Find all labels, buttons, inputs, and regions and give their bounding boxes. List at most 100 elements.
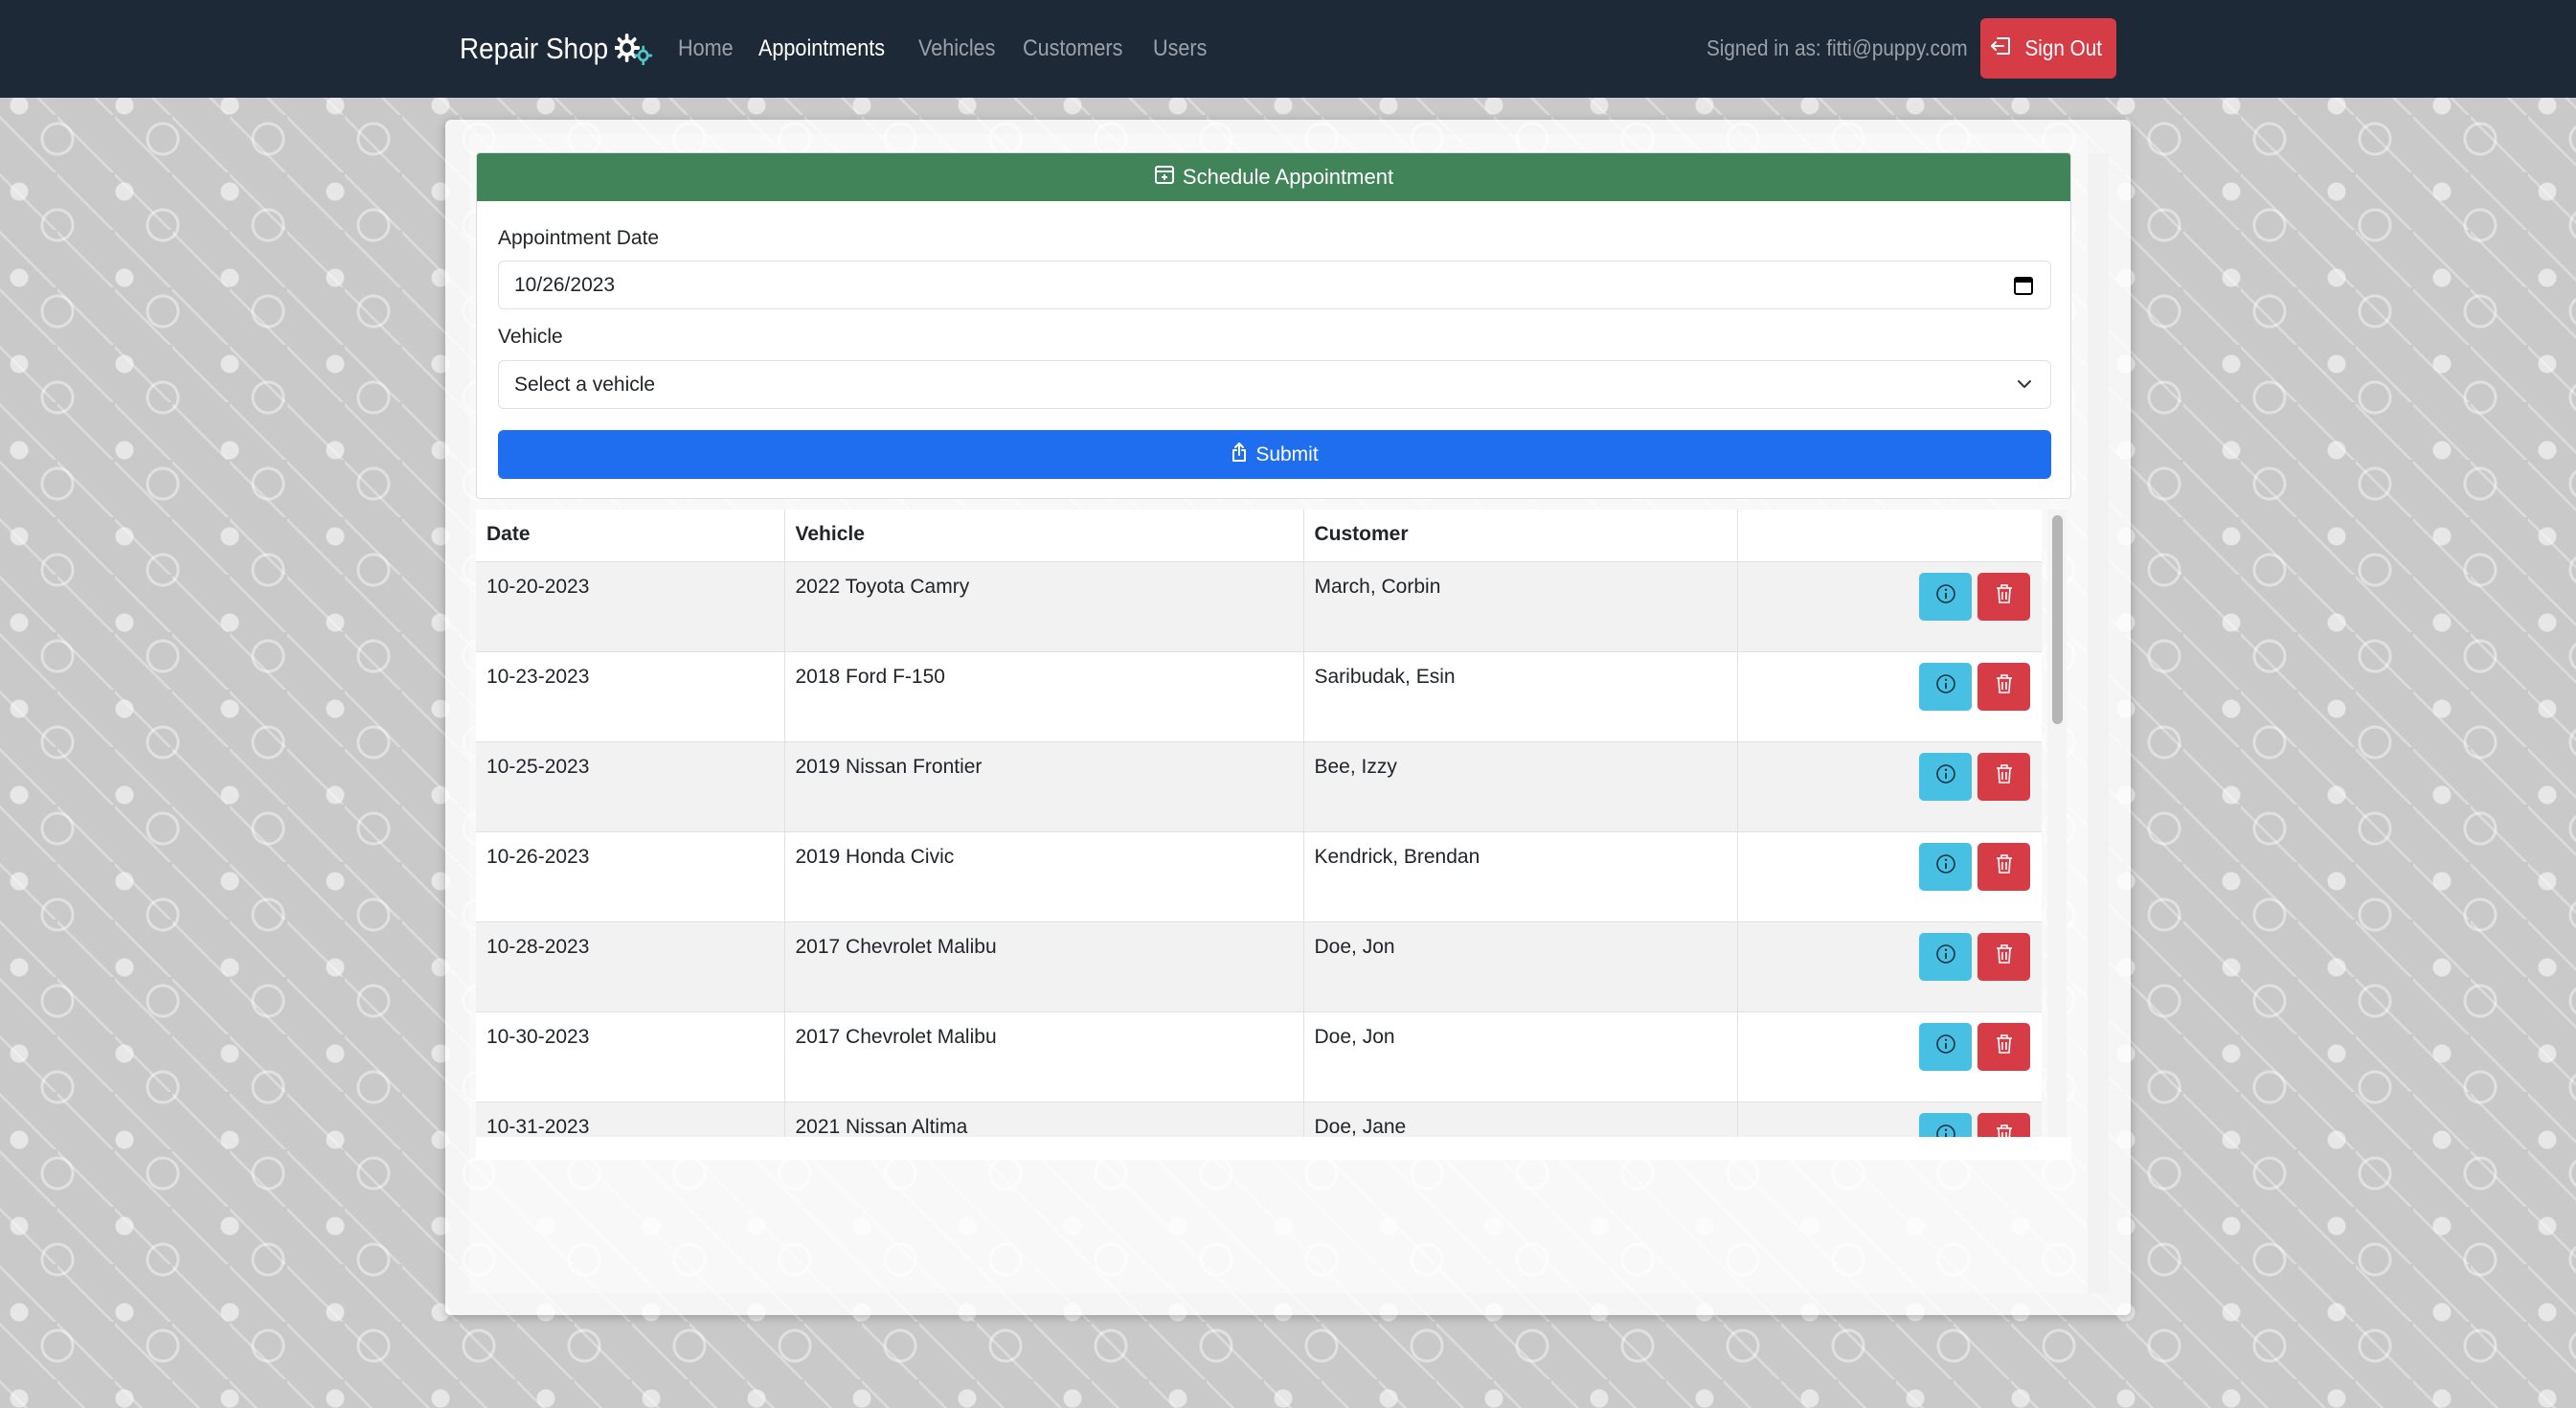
delete-button[interactable]: [1977, 932, 2030, 981]
table-scrollbar[interactable]: [2047, 510, 2067, 1137]
row-customer: Saribudak, Esin: [1303, 651, 1738, 742]
info-icon: [1935, 1124, 1956, 1137]
trash-icon: [1995, 943, 2014, 970]
row-actions: [1737, 831, 2042, 922]
trash-icon: [1995, 763, 2014, 790]
trash-icon: [1995, 673, 2014, 700]
column-header-actions: [1737, 510, 2042, 562]
submit-button[interactable]: Submit: [498, 430, 2051, 479]
trash-icon: [1995, 853, 2014, 880]
table-row: 10-25-2023 2019 Nissan Frontier Bee, Izz…: [476, 741, 2042, 832]
schedule-appointment-form: Schedule Appointment Appointment Date 10…: [476, 152, 2071, 499]
trash-icon: [1995, 1124, 2014, 1137]
table-row: 10-30-2023 2017 Chevrolet Malibu Doe, Jo…: [476, 1011, 2042, 1102]
info-icon: [1935, 763, 1956, 790]
brand[interactable]: Repair Shop: [460, 27, 653, 71]
chevron-down-icon: [2016, 375, 2033, 399]
gears-icon: [615, 33, 653, 65]
nav-link-vehicles[interactable]: Vehicles: [918, 35, 995, 62]
info-icon: [1935, 943, 1956, 970]
delete-button[interactable]: [1977, 1112, 2030, 1137]
form-header-title: Schedule Appointment: [1182, 165, 1394, 189]
signed-in-text: Signed in as: fitti@puppy.com: [1706, 34, 1968, 60]
top-navbar: Repair Shop Home Appointments Vehicles C…: [0, 0, 2576, 98]
column-header-date: Date: [476, 510, 785, 562]
nav-link-appointments[interactable]: Appointments: [758, 35, 885, 62]
table-header-row: Date Vehicle Customer: [476, 510, 2042, 562]
nav-link-home[interactable]: Home: [678, 35, 734, 62]
info-button[interactable]: [1919, 662, 1972, 711]
appointments-table: Date Vehicle Customer 10-20-2023 2022 To…: [476, 510, 2042, 1137]
calendar-icon[interactable]: [2014, 275, 2033, 302]
row-customer: Bee, Izzy: [1303, 741, 1738, 832]
table-scrollbar-thumb[interactable]: [2052, 515, 2063, 724]
delete-button[interactable]: [1977, 662, 2030, 711]
delete-button[interactable]: [1977, 752, 2030, 801]
vehicle-label: Vehicle: [498, 326, 563, 348]
row-date: 10-20-2023: [476, 561, 785, 652]
row-vehicle: 2021 Nissan Altima: [784, 1101, 1304, 1137]
trash-icon: [1995, 1033, 2014, 1060]
row-actions: [1737, 651, 2042, 742]
vehicle-select-value: Select a vehicle: [514, 373, 656, 396]
table-row: 10-26-2023 2019 Honda Civic Kendrick, Br…: [476, 831, 2042, 922]
column-header-customer: Customer: [1303, 510, 1738, 562]
info-button[interactable]: [1919, 572, 1972, 621]
page-scrollbar[interactable]: [2088, 153, 2109, 1293]
info-icon: [1935, 673, 1956, 700]
nav-link-customers[interactable]: Customers: [1023, 35, 1122, 62]
row-date: 10-26-2023: [476, 831, 785, 922]
row-vehicle: 2017 Chevrolet Malibu: [784, 1011, 1304, 1102]
sign-out-icon: [1990, 35, 2011, 61]
row-vehicle: 2017 Chevrolet Malibu: [784, 921, 1304, 1012]
info-icon: [1935, 1033, 1956, 1060]
row-actions: [1737, 741, 2042, 832]
column-header-vehicle: Vehicle: [784, 510, 1304, 562]
info-icon: [1935, 853, 1956, 880]
row-customer: Doe, Jon: [1303, 921, 1738, 1012]
info-button[interactable]: [1919, 752, 1972, 801]
row-actions: [1737, 561, 2042, 652]
table-row: 10-20-2023 2022 Toyota Camry March, Corb…: [476, 561, 2042, 652]
row-vehicle: 2018 Ford F-150: [784, 651, 1304, 742]
row-vehicle: 2019 Honda Civic: [784, 831, 1304, 922]
info-icon: [1935, 583, 1956, 610]
delete-button[interactable]: [1977, 842, 2030, 891]
nav-links: Home Appointments Vehicles Customers Use…: [678, 29, 1213, 69]
row-customer: March, Corbin: [1303, 561, 1738, 652]
row-actions: [1737, 1011, 2042, 1102]
vehicle-select[interactable]: Select a vehicle: [498, 360, 2051, 409]
appointment-date-value: 10/26/2023: [514, 273, 616, 296]
calendar-plus-icon: [1154, 164, 1175, 191]
share-icon: [1231, 442, 1248, 468]
table-footer: [476, 1137, 2071, 1160]
appointment-date-input[interactable]: 10/26/2023: [498, 261, 2051, 309]
brand-title: Repair Shop: [460, 32, 609, 65]
info-button[interactable]: [1919, 932, 1972, 981]
row-date: 10-31-2023: [476, 1101, 785, 1137]
table-row: 10-23-2023 2018 Ford F-150 Saribudak, Es…: [476, 651, 2042, 742]
row-customer: Kendrick, Brendan: [1303, 831, 1738, 922]
submit-label: Submit: [1255, 443, 1319, 466]
info-button[interactable]: [1919, 842, 1972, 891]
row-vehicle: 2019 Nissan Frontier: [784, 741, 1304, 832]
info-button[interactable]: [1919, 1022, 1972, 1071]
trash-icon: [1995, 583, 2014, 610]
row-date: 10-25-2023: [476, 741, 785, 832]
appointment-date-label: Appointment Date: [498, 227, 660, 249]
row-customer: Doe, Jane: [1303, 1101, 1738, 1137]
delete-button[interactable]: [1977, 572, 2030, 621]
row-actions: [1737, 921, 2042, 1012]
row-date: 10-28-2023: [476, 921, 785, 1012]
row-date: 10-30-2023: [476, 1011, 785, 1102]
delete-button[interactable]: [1977, 1022, 2030, 1071]
table-row: 10-28-2023 2017 Chevrolet Malibu Doe, Jo…: [476, 921, 2042, 1012]
row-vehicle: 2022 Toyota Camry: [784, 561, 1304, 652]
info-button[interactable]: [1919, 1112, 1972, 1137]
sign-out-label: Sign Out: [2024, 35, 2103, 60]
row-customer: Doe, Jon: [1303, 1011, 1738, 1102]
nav-link-users[interactable]: Users: [1153, 35, 1207, 62]
row-date: 10-23-2023: [476, 651, 785, 742]
table-row: 10-31-2023 2021 Nissan Altima Doe, Jane: [476, 1101, 2042, 1137]
sign-out-button[interactable]: Sign Out: [1980, 18, 2116, 79]
